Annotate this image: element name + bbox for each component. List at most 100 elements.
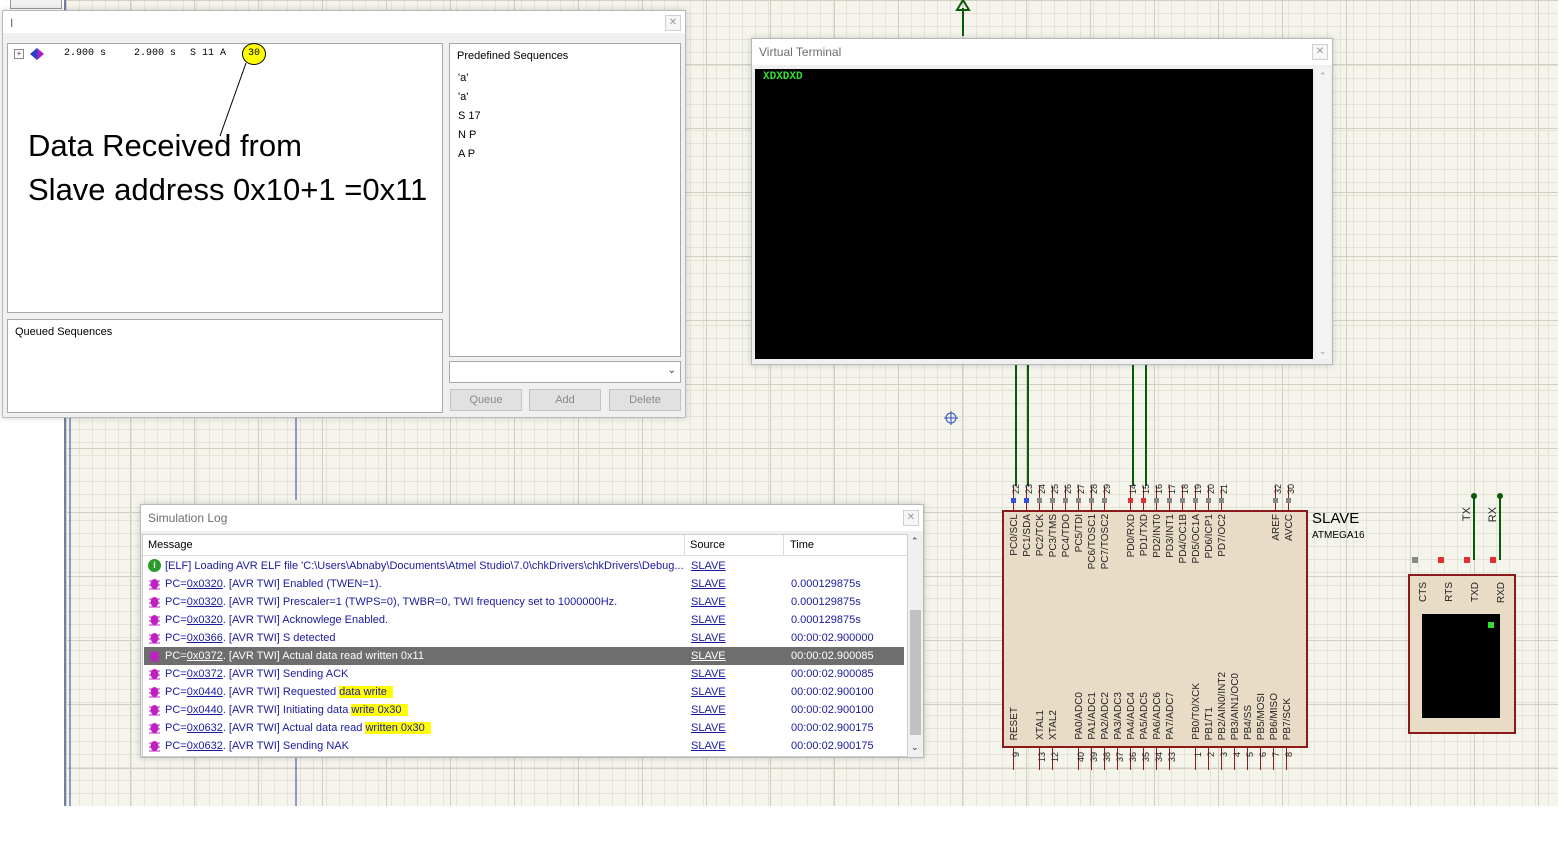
log-row[interactable]: PC=0x0320. [AVR TWI] Prescaler=1 (TWPS=0… bbox=[144, 593, 904, 611]
delete-button[interactable]: Delete bbox=[609, 389, 681, 411]
terminal-screen[interactable]: XDXDXD bbox=[755, 69, 1313, 359]
simulation-log-window[interactable]: Simulation Log ✕ Message Source Time i [E… bbox=[140, 504, 924, 758]
log-row[interactable]: PC=0x0366. [AVR TWI] S detected SLAVE 00:0… bbox=[144, 629, 904, 647]
log-row[interactable]: PC=0x0440. [AVR TWI] Requested data writ… bbox=[144, 683, 904, 701]
pc-address-link[interactable]: 0x0440 bbox=[187, 686, 223, 698]
chip-pin[interactable] bbox=[1247, 746, 1248, 770]
trace-panel[interactable]: + 2.900 s 2.900 s S 11 A 30 Data Receive… bbox=[7, 43, 443, 313]
pin-label: AREF bbox=[1271, 514, 1282, 541]
window-title: I bbox=[10, 16, 14, 30]
pc-address-link[interactable]: 0x0372 bbox=[187, 650, 223, 662]
queue-button[interactable]: Queue bbox=[450, 389, 522, 411]
pin-number: 24 bbox=[1037, 484, 1047, 495]
log-source-link[interactable]: SLAVE bbox=[691, 575, 726, 593]
log-row[interactable]: PC=0x0320. [AVR TWI] Acknowlege Enabled.… bbox=[144, 611, 904, 629]
pin-square bbox=[1273, 498, 1278, 503]
log-source-link[interactable]: SLAVE bbox=[691, 665, 726, 683]
column-source[interactable]: Source bbox=[690, 539, 725, 551]
scroll-down-icon[interactable]: ⌄ bbox=[1319, 346, 1327, 357]
predefined-sequences-panel[interactable]: Predefined Sequences 'a' 'a' S 17 N P A … bbox=[449, 43, 681, 357]
chip-pin[interactable] bbox=[1234, 746, 1235, 770]
log-message: PC=0x0632. [AVR TWI] Sending NAK bbox=[165, 740, 349, 752]
vt-pin-rxd: RXD bbox=[1496, 582, 1507, 604]
pin-label: PA5/ADC5 bbox=[1139, 692, 1150, 740]
pc-address-link[interactable]: 0x0632 bbox=[187, 740, 223, 752]
scroll-up-icon[interactable]: ⌃ bbox=[1319, 71, 1327, 82]
pc-address-link[interactable]: 0x0440 bbox=[187, 704, 223, 716]
chip-pin[interactable] bbox=[1221, 746, 1222, 770]
pin-label: PA6/ADC6 bbox=[1152, 692, 1163, 740]
predefined-item[interactable]: 'a' bbox=[458, 91, 468, 103]
chip-pin[interactable] bbox=[1195, 746, 1196, 770]
log-source-link[interactable]: SLAVE bbox=[691, 683, 726, 701]
log-source-link[interactable]: SLAVE bbox=[691, 557, 726, 575]
pc-address-link[interactable]: 0x0366 bbox=[187, 632, 223, 644]
close-icon[interactable]: ✕ bbox=[1312, 44, 1328, 60]
terminal-scrollbar[interactable]: ⌃ ⌄ bbox=[1316, 69, 1330, 359]
pc-address-link[interactable]: 0x0320 bbox=[187, 596, 223, 608]
queued-sequences-panel[interactable]: Queued Sequences bbox=[7, 319, 443, 413]
log-source-link[interactable]: SLAVE bbox=[691, 737, 726, 755]
pin-number: 35 bbox=[1141, 752, 1151, 763]
chip-pin[interactable] bbox=[1286, 746, 1287, 770]
scroll-down-icon[interactable]: ⌄ bbox=[911, 742, 919, 753]
log-source-link[interactable]: SLAVE bbox=[691, 647, 726, 665]
log-row[interactable]: PC=0x0372. [AVR TWI] Sending ACK SLAVE 00:… bbox=[144, 665, 904, 683]
predefined-item[interactable]: S 17 bbox=[458, 110, 481, 122]
pin-label: PB2/AIN0/INT2 bbox=[1217, 671, 1228, 740]
chip-pin[interactable] bbox=[1260, 746, 1261, 770]
scroll-thumb[interactable] bbox=[910, 610, 921, 735]
bug-icon bbox=[148, 685, 161, 698]
predefined-item[interactable]: A P bbox=[458, 148, 475, 160]
log-row[interactable]: PC=0x0632. [AVR TWI] Sending NAK SLAVE 00:… bbox=[144, 737, 904, 755]
pin-label: PA4/ADC4 bbox=[1126, 692, 1137, 740]
rx-label: RX bbox=[1487, 507, 1499, 523]
sequence-dropdown[interactable]: ⌄ bbox=[449, 361, 681, 383]
highlighted-text: data write bbox=[339, 686, 393, 698]
virtual-terminal-titlebar[interactable]: Virtual Terminal ✕ bbox=[752, 39, 1332, 65]
i2c-debugger-window[interactable]: I ✕ + 2.900 s 2.900 s S 11 A 30 Data Rec… bbox=[2, 10, 686, 418]
log-row[interactable]: i [ELF] Loading AVR ELF file 'C:\Users\Ab… bbox=[144, 557, 904, 575]
column-message[interactable]: Message bbox=[148, 539, 193, 551]
virtual-terminal-window[interactable]: Virtual Terminal ✕ XDXDXD ⌃ ⌄ bbox=[751, 38, 1333, 365]
log-row[interactable]: PC=0x0372. [AVR TWI] Actual data read wr… bbox=[144, 647, 904, 665]
chip-pin[interactable] bbox=[1273, 746, 1274, 770]
log-table[interactable]: Message Source Time i [ELF] Loading AVR E… bbox=[142, 534, 908, 757]
pin-number: 30 bbox=[1286, 484, 1296, 495]
log-source-link[interactable]: SLAVE bbox=[691, 593, 726, 611]
pc-address-link[interactable]: 0x0320 bbox=[187, 614, 223, 626]
close-icon[interactable]: ✕ bbox=[665, 15, 681, 31]
log-source-link[interactable]: SLAVE bbox=[691, 719, 726, 737]
log-source-link[interactable]: SLAVE bbox=[691, 629, 726, 647]
log-row[interactable]: PC=0x0320. [AVR TWI] Enabled (TWEN=1). SL… bbox=[144, 575, 904, 593]
log-row[interactable]: PC=0x0440. [AVR TWI] Initiating data wri… bbox=[144, 701, 904, 719]
annotation-line-2: Slave address 0x10+1 =0x11 bbox=[28, 172, 428, 207]
scroll-up-icon[interactable]: ⌃ bbox=[911, 536, 919, 547]
log-source-link[interactable]: SLAVE bbox=[691, 611, 726, 629]
pin-number: 8 bbox=[1284, 752, 1294, 758]
log-source-link[interactable]: SLAVE bbox=[691, 701, 726, 719]
pin-label: XTAL2 bbox=[1048, 710, 1059, 740]
i2c-debugger-titlebar[interactable]: I ✕ bbox=[3, 11, 685, 33]
log-row[interactable]: PC=0x0632. [AVR TWI] Actual data read wr… bbox=[144, 719, 904, 737]
pin-label: PC6/TOSC1 bbox=[1087, 514, 1098, 570]
log-scrollbar[interactable]: ⌃ ⌄ bbox=[908, 534, 923, 755]
pc-address-link[interactable]: 0x0632 bbox=[187, 722, 223, 734]
add-button[interactable]: Add bbox=[529, 389, 601, 411]
pin-square bbox=[1206, 498, 1211, 503]
pc-address-link[interactable]: 0x0372 bbox=[187, 668, 223, 680]
chip-pin[interactable] bbox=[1208, 746, 1209, 770]
column-time[interactable]: Time bbox=[790, 539, 814, 551]
pin-label: XTAL1 bbox=[1035, 710, 1046, 740]
vt-component[interactable]: CTS RTS TXD RXD bbox=[1408, 574, 1516, 734]
pin-number: 23 bbox=[1024, 484, 1034, 495]
pc-address-link[interactable]: 0x0320 bbox=[187, 578, 223, 590]
predefined-item[interactable]: N P bbox=[458, 129, 476, 141]
log-time: 00:00:02.900085 bbox=[791, 650, 874, 662]
predefined-item[interactable]: 'a' bbox=[458, 72, 468, 84]
chip-pin[interactable] bbox=[1013, 746, 1014, 770]
close-icon[interactable]: ✕ bbox=[903, 510, 919, 526]
pin-square bbox=[1412, 557, 1418, 563]
simulation-log-titlebar[interactable]: Simulation Log ✕ bbox=[141, 505, 923, 531]
pin-square bbox=[1037, 498, 1042, 503]
